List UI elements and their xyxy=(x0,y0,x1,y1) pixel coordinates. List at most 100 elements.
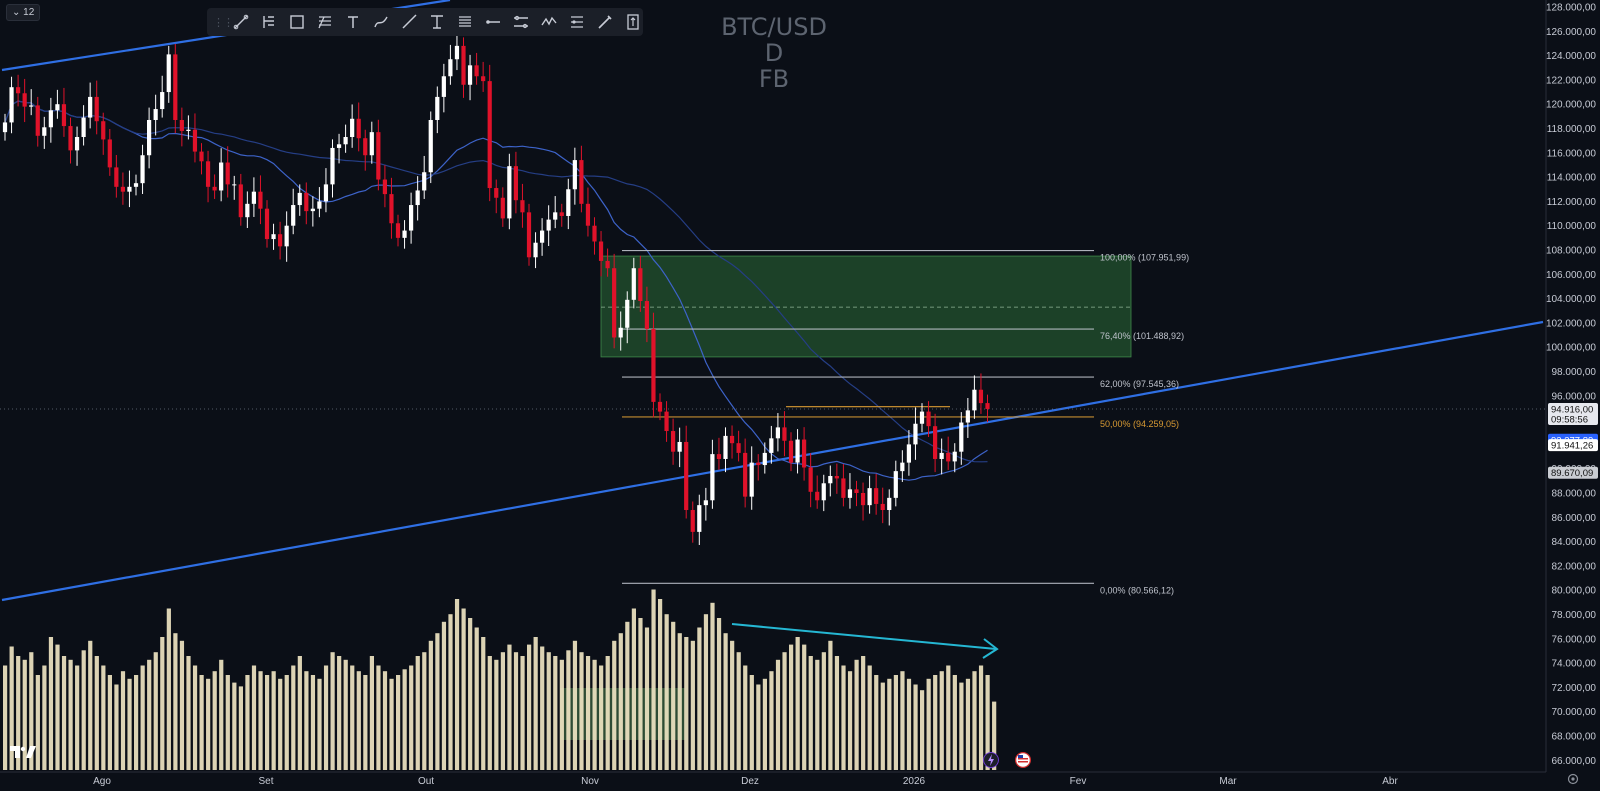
fib-lines-icon[interactable] xyxy=(454,12,475,32)
trend-line-icon[interactable] xyxy=(230,12,251,32)
candle-body xyxy=(467,65,473,85)
fib-level-label: 62,00% (97.545,36) xyxy=(1100,379,1179,389)
candle-body xyxy=(297,192,302,206)
candle-body xyxy=(317,201,322,209)
volume-bar xyxy=(245,675,250,770)
scale-settings-icon[interactable] xyxy=(1567,773,1579,785)
drag-handle-icon[interactable]: ⋮⋮ xyxy=(213,16,234,29)
parallel-channel-icon[interactable] xyxy=(510,12,531,32)
lightning-icon[interactable] xyxy=(983,752,999,768)
volume-bar xyxy=(795,637,800,770)
fib-level-label: 76,40% (101.488,92) xyxy=(1100,331,1184,341)
volume-bar xyxy=(278,678,283,770)
volume-bar xyxy=(441,621,447,770)
volume-bar xyxy=(271,671,276,770)
candle-body xyxy=(68,126,73,151)
candle-body xyxy=(55,104,60,111)
volume-bar xyxy=(468,618,473,770)
volume-bar xyxy=(173,633,178,770)
candle-body xyxy=(559,212,564,216)
horizontal-ray-icon[interactable] xyxy=(482,12,503,32)
volume-bar xyxy=(710,602,715,770)
volume-bar xyxy=(291,665,296,770)
volume-bar xyxy=(415,656,420,770)
volume-bar xyxy=(114,684,119,770)
us-flag-icon[interactable] xyxy=(1015,752,1031,768)
candle-body xyxy=(160,92,165,110)
candle-body xyxy=(540,230,545,243)
y-tick-label: 96.000,00 xyxy=(1552,391,1597,402)
candle-body xyxy=(369,132,374,156)
candle-body xyxy=(251,191,256,204)
candle-body xyxy=(350,118,355,138)
volume-bar xyxy=(867,665,872,770)
volume-bar xyxy=(120,671,126,770)
candle-body xyxy=(94,96,99,122)
volume-bar xyxy=(219,659,224,770)
candle-body xyxy=(271,234,276,240)
candle-body xyxy=(356,118,361,139)
interval-badge[interactable]: ⌄ 12 xyxy=(6,4,41,21)
x-tick-label: Abr xyxy=(1382,776,1398,787)
candle-body xyxy=(782,427,787,441)
volume-bar xyxy=(343,659,348,770)
tradingview-logo[interactable] xyxy=(10,746,36,758)
candle-body xyxy=(323,184,329,202)
volume-bar xyxy=(703,614,709,770)
candle-body xyxy=(507,166,512,219)
candle-body xyxy=(147,119,152,156)
candle-body xyxy=(854,489,859,493)
volume-bar xyxy=(789,644,794,770)
volume-bar xyxy=(192,665,198,770)
projection-icon[interactable] xyxy=(566,12,587,32)
ray-icon[interactable] xyxy=(398,12,419,32)
candle-body xyxy=(946,452,951,462)
x-tick-label: Ago xyxy=(93,776,111,787)
rectangle-icon[interactable] xyxy=(286,12,307,32)
price-tag-label: 89.670,09 xyxy=(1551,468,1593,479)
volume-bar xyxy=(906,678,912,770)
volume-bar xyxy=(952,675,957,770)
text-icon[interactable] xyxy=(342,12,363,32)
y-tick-label: 100.000,00 xyxy=(1546,343,1596,354)
candle-body xyxy=(192,129,198,152)
volume-bar xyxy=(671,621,676,770)
trend-arrow-shaft xyxy=(731,623,997,650)
chart-canvas[interactable]: 100,00% (107.951,99) 76,40% (101.488,92) 6… xyxy=(0,0,1600,791)
y-tick-label: 80.000,00 xyxy=(1552,586,1597,597)
volume-bar xyxy=(592,659,597,770)
volume-bar xyxy=(454,599,460,770)
candle-body xyxy=(834,475,839,479)
candle-body xyxy=(487,81,492,189)
candle-body xyxy=(919,411,925,424)
fib-retracement-icon[interactable] xyxy=(314,12,335,32)
text-anchor-icon[interactable] xyxy=(426,12,447,32)
fib-level-label: 100,00% (107.951,99) xyxy=(1100,253,1189,263)
volume-bar xyxy=(186,656,191,770)
candle-body xyxy=(900,462,905,472)
y-tick-label: 88.000,00 xyxy=(1552,489,1597,500)
candle-body xyxy=(749,462,754,497)
pen-icon[interactable] xyxy=(594,12,615,32)
volume-bar xyxy=(716,618,722,770)
volume-bar xyxy=(428,640,433,770)
candle-body xyxy=(533,242,538,258)
volume-bar xyxy=(369,656,374,770)
candle-body xyxy=(42,127,47,136)
price-range-icon[interactable] xyxy=(622,12,643,32)
volume-bar xyxy=(658,599,663,770)
candle-body xyxy=(736,443,741,453)
price-tag-label: 91.941,26 xyxy=(1551,441,1593,452)
candle-body xyxy=(612,268,617,338)
volume-bar xyxy=(677,633,682,770)
volume-bar xyxy=(762,678,767,770)
pitchfork-icon[interactable] xyxy=(258,12,279,32)
volume-bar xyxy=(212,671,217,770)
volume-bar xyxy=(68,659,73,770)
pattern-icon[interactable] xyxy=(538,12,559,32)
volume-bar xyxy=(874,675,879,770)
volume-bar xyxy=(585,656,591,770)
brush-icon[interactable] xyxy=(370,12,391,32)
candle-body xyxy=(788,440,794,463)
volume-bar xyxy=(330,652,335,770)
